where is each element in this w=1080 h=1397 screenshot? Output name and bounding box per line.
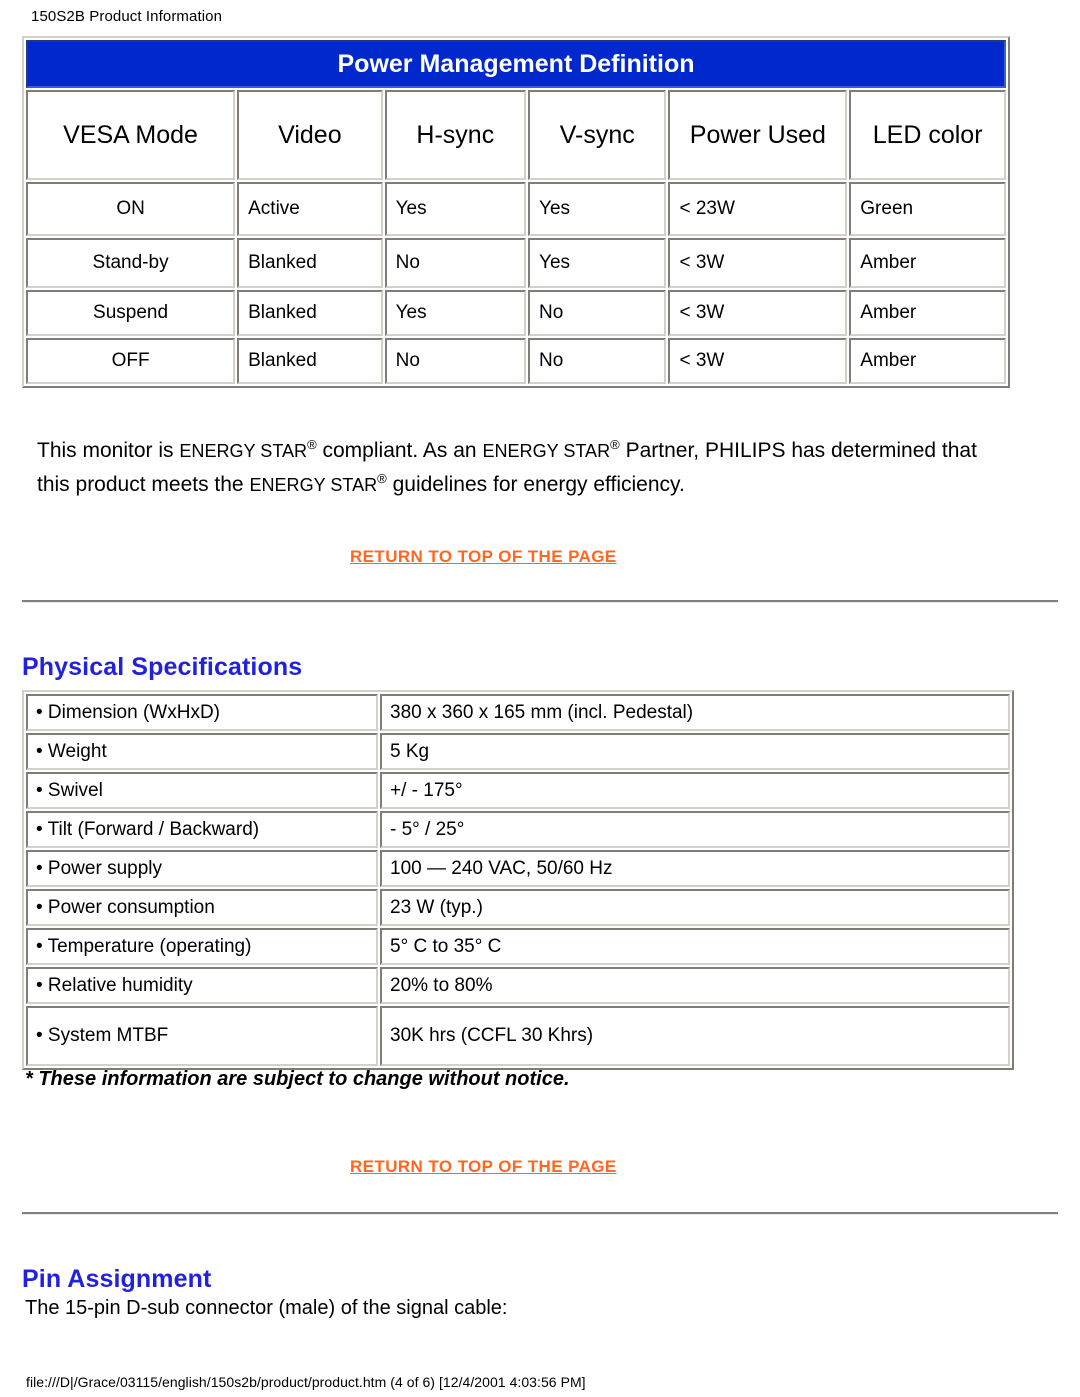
cell-led: Green <box>849 182 1006 236</box>
table-row: • Temperature (operating) 5° C to 35° C <box>26 928 1010 965</box>
table-row: • Tilt (Forward / Backward) - 5° / 25° <box>26 811 1010 848</box>
cell-vsync: Yes <box>528 238 667 288</box>
spec-value: 23 W (typ.) <box>380 889 1010 926</box>
physical-specifications-table: • Dimension (WxHxD) 380 x 360 x 165 mm (… <box>22 690 1014 1070</box>
column-header-h-sync: H-sync <box>384 90 527 180</box>
page-title-pin-assignment: Pin Assignment <box>22 1264 212 1293</box>
registered-trademark-icon: ® <box>307 437 317 452</box>
column-header-video: Video <box>237 90 383 180</box>
registered-trademark-icon: ® <box>610 437 620 452</box>
cell-vsync: No <box>528 338 667 384</box>
energy-star-text-part-1: This monitor is <box>37 439 180 462</box>
spec-label: • Dimension (WxHxD) <box>26 694 378 731</box>
spec-label: • Relative humidity <box>26 967 378 1004</box>
spec-label: • Tilt (Forward / Backward) <box>26 811 378 848</box>
spec-label: • Power consumption <box>26 889 378 926</box>
table-row: • Power supply 100 — 240 VAC, 50/60 Hz <box>26 850 1010 887</box>
cell-hsync: Yes <box>384 290 527 336</box>
spec-value: - 5° / 25° <box>380 811 1010 848</box>
table-row: • Relative humidity 20% to 80% <box>26 967 1010 1004</box>
cell-video: Active <box>237 182 383 236</box>
cell-vsync: Yes <box>528 182 667 236</box>
spec-value: 380 x 360 x 165 mm (incl. Pedestal) <box>380 694 1010 731</box>
cell-power: < 3W <box>668 290 848 336</box>
cell-mode: ON <box>26 182 236 236</box>
cell-video: Blanked <box>237 238 383 288</box>
table-row: • Swivel +/ - 175° <box>26 772 1010 809</box>
spec-value: 30K hrs (CCFL 30 Khrs) <box>380 1006 1010 1066</box>
cell-hsync: Yes <box>384 182 527 236</box>
return-to-top-link[interactable]: RETURN TO TOP OF THE PAGE <box>350 547 617 567</box>
cell-hsync: No <box>384 238 527 288</box>
cell-mode: Stand-by <box>26 238 236 288</box>
power-table-title: Power Management Definition <box>26 40 1006 88</box>
energy-star-text-part-4: guidelines for energy efficiency. <box>386 473 685 496</box>
power-table-header-row: VESA Mode Video H-sync V-sync Power Used… <box>26 90 1006 180</box>
power-table-title-row: Power Management Definition <box>26 40 1006 88</box>
cell-video: Blanked <box>237 338 383 384</box>
cell-led: Amber <box>849 338 1006 384</box>
return-to-top-link[interactable]: RETURN TO TOP OF THE PAGE <box>350 1157 617 1177</box>
table-row: • Dimension (WxHxD) 380 x 360 x 165 mm (… <box>26 694 1010 731</box>
spec-value: +/ - 175° <box>380 772 1010 809</box>
table-row: OFF Blanked No No < 3W Amber <box>26 338 1006 384</box>
page-root: 150S2B Product Information Power Managem… <box>0 0 1080 1397</box>
cell-vsync: No <box>528 290 667 336</box>
cell-mode: OFF <box>26 338 236 384</box>
cell-led: Amber <box>849 238 1006 288</box>
energy-star-text-part-2: compliant. As an <box>316 439 483 462</box>
cell-led: Amber <box>849 290 1006 336</box>
document-footer-path: file:///D|/Grace/03115/english/150s2b/pr… <box>26 1374 586 1390</box>
table-row: Suspend Blanked Yes No < 3W Amber <box>26 290 1006 336</box>
spec-value: 100 — 240 VAC, 50/60 Hz <box>380 850 1010 887</box>
spec-value: 5 Kg <box>380 733 1010 770</box>
column-header-vesa-mode: VESA Mode <box>26 90 236 180</box>
energy-star-brand-1: ENERGY STAR <box>179 441 308 461</box>
spec-label: • Power supply <box>26 850 378 887</box>
column-header-v-sync: V-sync <box>528 90 667 180</box>
energy-star-brand-2: ENERGY STAR <box>482 441 611 461</box>
document-header-title: 150S2B Product Information <box>31 8 223 25</box>
cell-hsync: No <box>384 338 527 384</box>
column-header-power-used: Power Used <box>668 90 848 180</box>
cell-power: < 23W <box>668 182 848 236</box>
spec-label: • System MTBF <box>26 1006 378 1066</box>
table-row: Stand-by Blanked No Yes < 3W Amber <box>26 238 1006 288</box>
pin-assignment-intro: The 15-pin D-sub connector (male) of the… <box>25 1297 508 1319</box>
column-header-led-color: LED color <box>849 90 1006 180</box>
section-divider <box>22 1212 1058 1215</box>
spec-label: • Weight <box>26 733 378 770</box>
cell-power: < 3W <box>668 338 848 384</box>
energy-star-paragraph: This monitor is ENERGY STAR® compliant. … <box>37 434 997 502</box>
specifications-notice: * These information are subject to chang… <box>25 1068 570 1090</box>
section-divider <box>22 600 1058 603</box>
spec-label: • Swivel <box>26 772 378 809</box>
spec-value: 20% to 80% <box>380 967 1010 1004</box>
cell-video: Blanked <box>237 290 383 336</box>
table-row: • Weight 5 Kg <box>26 733 1010 770</box>
page-title-physical-specifications: Physical Specifications <box>22 652 303 681</box>
cell-power: < 3W <box>668 238 848 288</box>
spec-label: • Temperature (operating) <box>26 928 378 965</box>
table-row: • System MTBF 30K hrs (CCFL 30 Khrs) <box>26 1006 1010 1066</box>
spec-value: 5° C to 35° C <box>380 928 1010 965</box>
power-management-table: Power Management Definition VESA Mode Vi… <box>22 36 1010 388</box>
cell-mode: Suspend <box>26 290 236 336</box>
table-row: • Power consumption 23 W (typ.) <box>26 889 1010 926</box>
registered-trademark-icon: ® <box>377 471 387 486</box>
energy-star-brand-3: ENERGY STAR <box>249 475 378 495</box>
table-row: ON Active Yes Yes < 23W Green <box>26 182 1006 236</box>
